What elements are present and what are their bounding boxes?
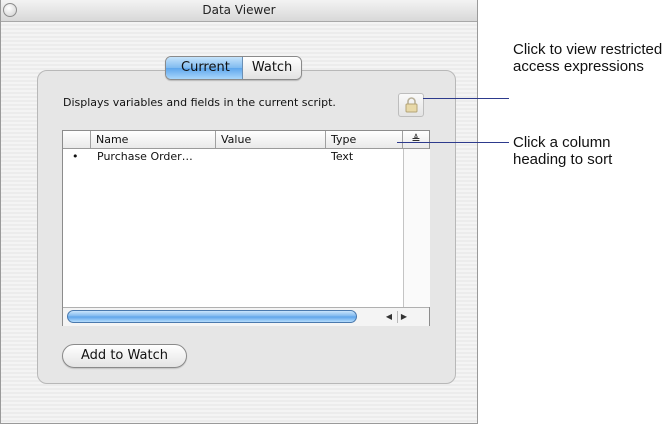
column-header-bullet[interactable] xyxy=(63,131,91,148)
sort-callout-text: Click a column heading to sort xyxy=(513,134,613,168)
column-sort-corner-icon[interactable]: ≜ xyxy=(403,131,429,148)
window-title: Data Viewer xyxy=(202,3,276,17)
add-to-watch-button[interactable]: Add to Watch xyxy=(62,344,187,368)
table-header: Name Value Type ≜ xyxy=(63,131,429,149)
row-name: Purchase Order… xyxy=(97,150,193,163)
lock-icon xyxy=(405,97,418,113)
tab-watch[interactable]: Watch xyxy=(242,57,302,79)
row-type: Text xyxy=(331,150,354,163)
restricted-access-button[interactable] xyxy=(398,93,424,117)
tab-current[interactable]: Current xyxy=(166,57,243,79)
row-bullet: • xyxy=(72,150,79,163)
lock-callout-leader-line xyxy=(423,98,509,99)
sort-callout-leader-line xyxy=(397,142,509,143)
table-row[interactable]: • Purchase Order… Text xyxy=(63,149,403,165)
lock-callout-text: Click to view restricted access expressi… xyxy=(513,41,663,75)
column-header-type[interactable]: Type xyxy=(326,131,403,148)
title-bar[interactable]: Data Viewer xyxy=(1,0,477,22)
vertical-scrollbar[interactable] xyxy=(403,149,430,307)
horizontal-scroll-thumb[interactable] xyxy=(67,310,357,323)
scroll-left-arrow-icon[interactable]: ◀ xyxy=(383,311,395,323)
column-header-value[interactable]: Value xyxy=(216,131,326,148)
panel-description: Displays variables and fields in the cur… xyxy=(63,96,336,109)
horizontal-scrollbar[interactable]: ◀ ▶ xyxy=(63,307,429,326)
data-viewer-window: Data Viewer Current Watch Displays varia… xyxy=(0,0,478,424)
column-header-name[interactable]: Name xyxy=(91,131,216,148)
variables-table: Name Value Type ≜ • Purchase Order… Text… xyxy=(62,130,430,326)
view-tabs: Current Watch xyxy=(165,56,303,80)
table-body: • Purchase Order… Text xyxy=(63,149,403,165)
scroll-right-arrow-icon[interactable]: ▶ xyxy=(397,311,410,323)
